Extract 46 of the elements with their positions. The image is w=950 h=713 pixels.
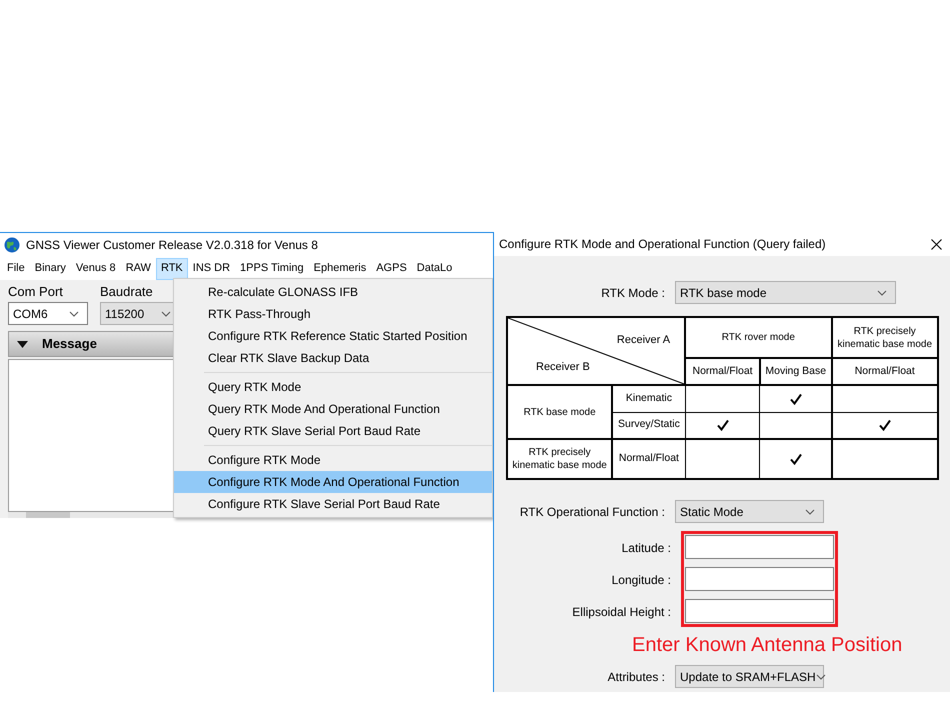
menu-item[interactable]: RAW: [120, 258, 156, 280]
table-heading: Normal/Float: [832, 358, 938, 385]
menu-entry[interactable]: Re-calculate GLONASS IFB: [174, 281, 492, 303]
table-heading: RTK rover mode: [685, 317, 832, 358]
table-heading: Moving Base: [760, 358, 832, 385]
field-label: Latitude :: [620, 540, 672, 557]
menu-entry[interactable]: Query RTK Mode: [174, 376, 492, 398]
menu-entry[interactable]: Configure RTK Mode: [174, 449, 492, 471]
table-heading: Normal/Float: [612, 439, 686, 479]
dropdown[interactable]: RTK base mode: [675, 281, 896, 304]
dropdown[interactable]: COM6: [8, 302, 88, 325]
menu-item[interactable]: AGPS: [371, 258, 412, 280]
menu-item[interactable]: 1PPS Timing: [235, 258, 309, 280]
menu-item[interactable]: Binary: [30, 258, 71, 280]
menu-item[interactable]: Ephemeris: [308, 258, 372, 280]
table-heading: Kinematic: [612, 385, 686, 412]
table-heading: Normal/Float: [685, 358, 760, 385]
table-heading: Survey/Static: [612, 412, 686, 439]
table-heading: RTK precisely kinematic base mode: [507, 439, 612, 479]
menu-item[interactable]: Venus 8: [70, 258, 121, 280]
field-label: Ellipsoidal Height :: [571, 604, 672, 621]
menu-entry[interactable]: Query RTK Slave Serial Port Baud Rate: [174, 420, 492, 442]
field-label: RTK Mode :: [600, 284, 666, 302]
field-label: Attributes :: [606, 668, 666, 686]
menu-item[interactable]: RTK: [156, 258, 188, 280]
dropdown[interactable]: Update to SRAM+FLASH: [675, 665, 824, 688]
menu-item[interactable]: DataLo: [412, 258, 458, 280]
menu-entry[interactable]: Query RTK Mode And Operational Function: [174, 398, 492, 420]
field-label: Baudrate: [100, 284, 154, 300]
table-heading: RTK base mode: [507, 385, 612, 439]
menu-entry[interactable]: Configure RTK Slave Serial Port Baud Rate: [174, 493, 492, 515]
menu-item[interactable]: File: [2, 258, 30, 280]
field-label: Com Port: [8, 284, 64, 300]
menu-entry[interactable]: Clear RTK Slave Backup Data: [174, 347, 492, 369]
field-label: Longitude :: [610, 572, 672, 589]
dropdown[interactable]: Static Mode: [675, 500, 824, 523]
menu-entry[interactable]: Configure RTK Reference Static Started Position: [174, 325, 492, 347]
field-label: RTK Operational Function :: [518, 504, 666, 520]
annotation-text: Enter Known Antenna Position: [632, 633, 904, 658]
table-heading: Receiver B: [536, 360, 590, 374]
menu-item[interactable]: INS DR: [188, 258, 236, 280]
table-heading: Receiver A: [616, 333, 670, 348]
window-title: GNSS Viewer Customer Release V2.0.318 for Venus 8: [26, 237, 318, 254]
table-heading: RTK precisely kinematic base mode: [832, 317, 938, 358]
dialog-title: Configure RTK Mode and Operational Function (Query failed): [499, 236, 826, 253]
menu-entry[interactable]: Configure RTK Mode And Operational Function: [174, 471, 492, 493]
